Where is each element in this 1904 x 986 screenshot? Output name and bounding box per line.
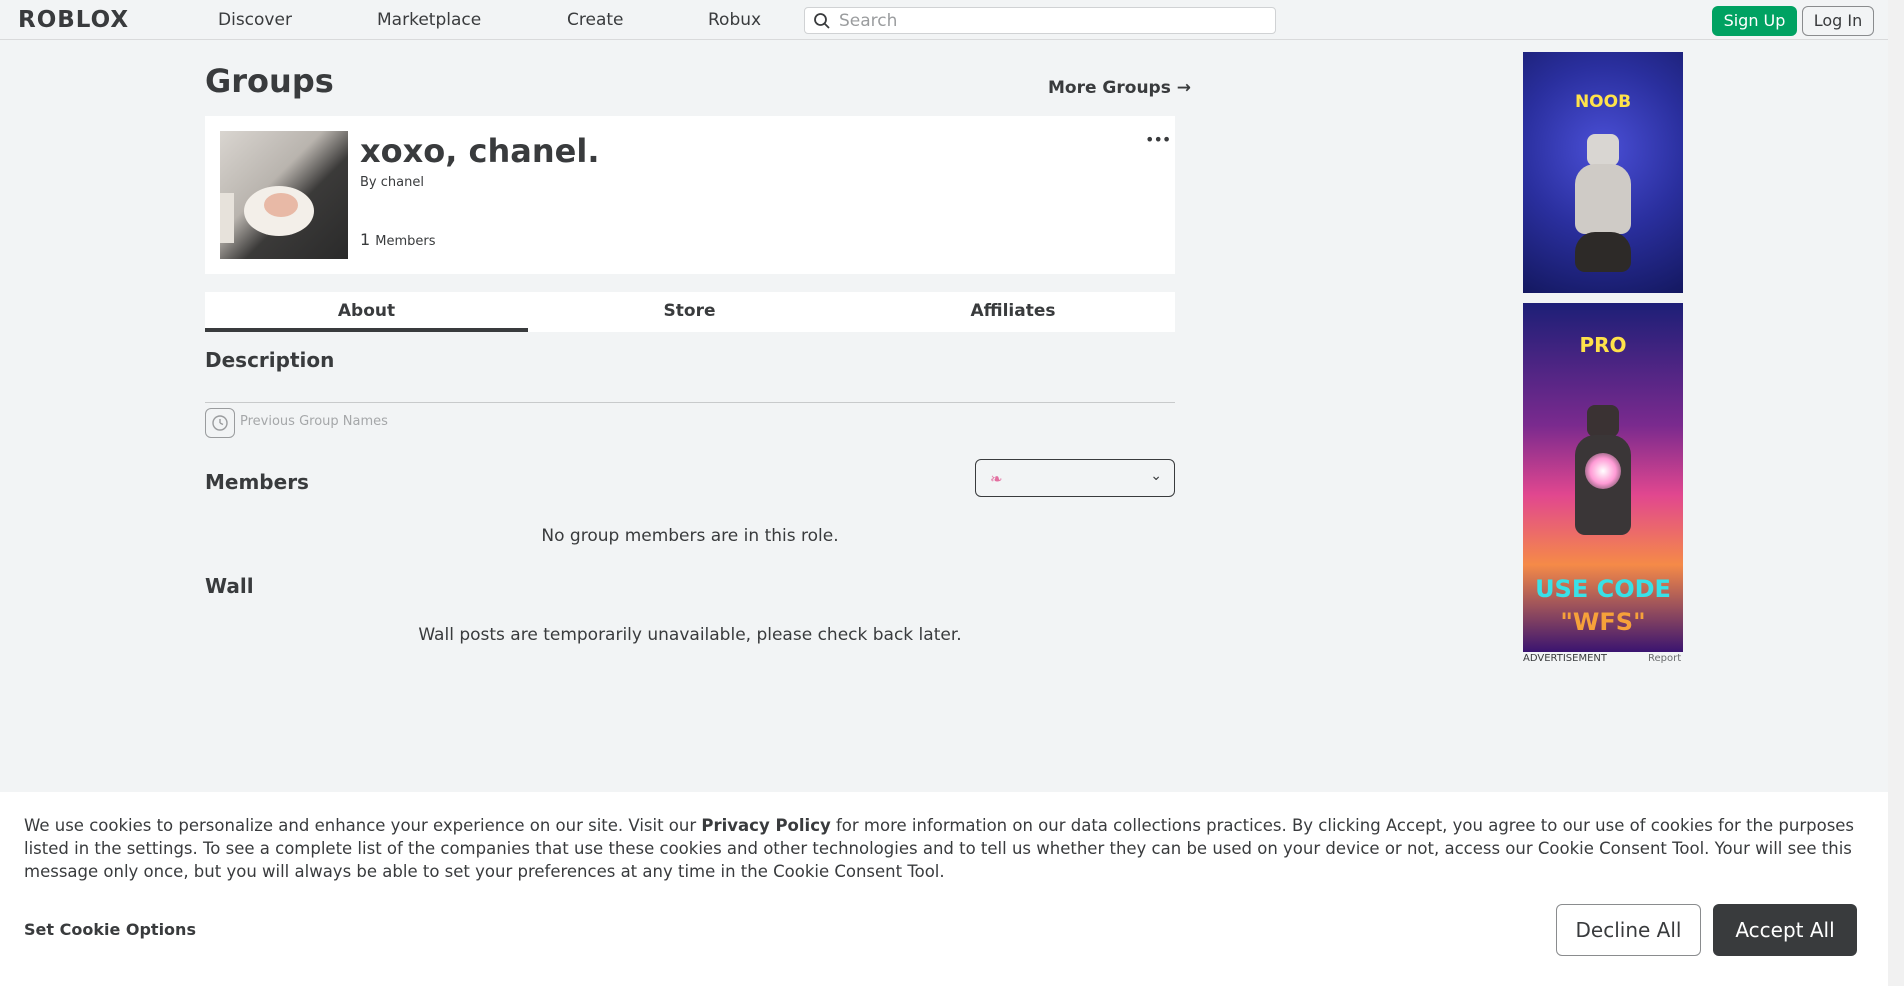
members-empty-message: No group members are in this role. — [541, 526, 839, 546]
group-tabs: About Store Affiliates — [205, 292, 1175, 332]
group-header-card: xoxo, chanel. By chanel 1 Members ••• — [205, 116, 1175, 274]
search-input[interactable]: Search — [804, 7, 1276, 34]
tab-about[interactable]: About — [205, 292, 528, 332]
privacy-policy-link[interactable]: Privacy Policy — [701, 816, 830, 835]
set-cookie-options-link[interactable]: Set Cookie Options — [24, 920, 196, 939]
cookie-consent-text: We use cookies to personalize and enhanc… — [24, 814, 1874, 883]
page-title: Groups — [205, 62, 334, 100]
sign-up-button[interactable]: Sign Up — [1712, 6, 1797, 36]
owner-link[interactable]: chanel — [381, 175, 424, 190]
group-owner-line: By chanel — [360, 175, 424, 190]
search-placeholder: Search — [839, 11, 898, 31]
role-bow-icon: ❧ — [990, 470, 1003, 488]
by-prefix: By — [360, 175, 377, 190]
cookie-text-before: We use cookies to personalize and enhanc… — [24, 816, 702, 835]
ad-character-head — [1587, 134, 1619, 166]
tab-store[interactable]: Store — [528, 292, 851, 332]
nav-robux[interactable]: Robux — [708, 10, 761, 30]
ad-code-text: "WFS" — [1560, 608, 1646, 636]
advertisement-pro[interactable]: PRO USE CODE "WFS" — [1523, 303, 1683, 652]
member-count: 1 Members — [360, 230, 436, 249]
cup-shape — [220, 193, 234, 243]
group-name: xoxo, chanel. — [360, 132, 600, 170]
ad-noob-text: NOOB — [1574, 92, 1632, 112]
wall-title: Wall — [205, 574, 254, 598]
search-icon — [814, 13, 830, 29]
history-icon[interactable] — [205, 408, 235, 438]
previous-group-names-link[interactable]: Previous Group Names — [240, 414, 388, 429]
nav-create[interactable]: Create — [567, 10, 624, 30]
group-emblem-image — [220, 131, 348, 259]
tab-affiliates[interactable]: Affiliates — [851, 292, 1175, 332]
description-divider — [205, 402, 1175, 403]
page-scrollbar[interactable] — [1888, 0, 1904, 986]
roblox-logo[interactable]: ROBLOX — [18, 7, 129, 33]
pastry-shape — [264, 193, 298, 217]
ad-character-body — [1575, 164, 1631, 234]
more-options-icon[interactable]: ••• — [1145, 130, 1171, 149]
wall-unavailable-message: Wall posts are temporarily unavailable, … — [418, 625, 962, 645]
member-count-value: 1 — [360, 230, 371, 249]
ad-pro-text: PRO — [1579, 333, 1627, 357]
members-title: Members — [205, 470, 309, 494]
nav-marketplace[interactable]: Marketplace — [377, 10, 481, 30]
ad-character-legs — [1575, 232, 1631, 272]
role-select-dropdown[interactable]: ❧ ⌄ — [975, 459, 1175, 497]
nav-discover[interactable]: Discover — [218, 10, 292, 30]
advertisement-noob[interactable]: NOOB — [1523, 52, 1683, 293]
report-ad-link[interactable]: Report — [1648, 653, 1681, 664]
description-title: Description — [205, 348, 335, 372]
ad-energy-orb — [1585, 453, 1621, 489]
clock-icon — [212, 415, 228, 431]
more-groups-link[interactable]: More Groups → — [1048, 78, 1191, 98]
log-in-button[interactable]: Log In — [1802, 6, 1874, 36]
accept-all-button[interactable]: Accept All — [1713, 904, 1857, 956]
ad-character-head — [1587, 405, 1619, 437]
member-count-label: Members — [375, 234, 436, 249]
decline-all-button[interactable]: Decline All — [1556, 904, 1701, 956]
chevron-down-icon: ⌄ — [1150, 468, 1162, 484]
cookie-consent-banner: We use cookies to personalize and enhanc… — [0, 792, 1888, 986]
advertisement-label: ADVERTISEMENT — [1523, 653, 1608, 664]
ad-use-code-text: USE CODE — [1535, 575, 1671, 603]
top-navigation-bar: ROBLOX Discover Marketplace Create Robux… — [0, 0, 1888, 40]
